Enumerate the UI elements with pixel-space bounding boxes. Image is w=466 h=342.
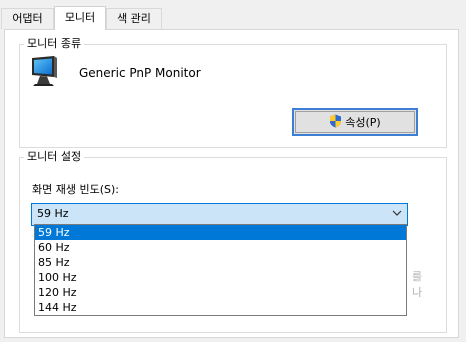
tab-monitor[interactable]: 모니터 bbox=[54, 6, 106, 30]
tab-adapter-label: 어댑터 bbox=[12, 12, 43, 25]
tab-color-management[interactable]: 색 관리 bbox=[106, 8, 162, 29]
monitor-name: Generic PnP Monitor bbox=[79, 66, 201, 80]
refresh-option[interactable]: 85 Hz bbox=[35, 255, 406, 270]
refresh-rate-value: 59 Hz bbox=[37, 207, 69, 220]
refresh-rate-select[interactable]: 59 Hz bbox=[31, 203, 408, 226]
properties-button-label: 속성(P) bbox=[345, 116, 381, 129]
refresh-option[interactable]: 120 Hz bbox=[35, 285, 406, 300]
refresh-rate-dropdown-list: 59 Hz 60 Hz 85 Hz 100 Hz 120 Hz 144 Hz bbox=[34, 224, 407, 316]
refresh-rate-label: 화면 재생 빈도(S): bbox=[32, 183, 119, 196]
monitor-type-title: 모니터 종류 bbox=[24, 37, 85, 51]
refresh-option[interactable]: 60 Hz bbox=[35, 240, 406, 255]
monitor-icon bbox=[30, 55, 60, 90]
obscured-text: 를 나 bbox=[412, 270, 423, 299]
shield-icon bbox=[329, 114, 342, 131]
tab-strip: 어댑터 모니터 색 관리 bbox=[0, 0, 466, 30]
tab-adapter[interactable]: 어댑터 bbox=[1, 8, 54, 29]
monitor-settings-title: 모니터 설정 bbox=[24, 150, 85, 164]
refresh-option[interactable]: 144 Hz bbox=[35, 300, 406, 315]
refresh-option[interactable]: 100 Hz bbox=[35, 270, 406, 285]
tab-monitor-label: 모니터 bbox=[64, 11, 96, 24]
refresh-option[interactable]: 59 Hz bbox=[35, 225, 406, 240]
properties-button[interactable]: 속성(P) bbox=[292, 108, 418, 136]
tab-color-management-label: 색 관리 bbox=[117, 12, 151, 25]
chevron-down-icon bbox=[391, 207, 403, 222]
monitor-type-group: 모니터 종류 Generic PnP Monitor 속성(P) bbox=[19, 37, 447, 148]
